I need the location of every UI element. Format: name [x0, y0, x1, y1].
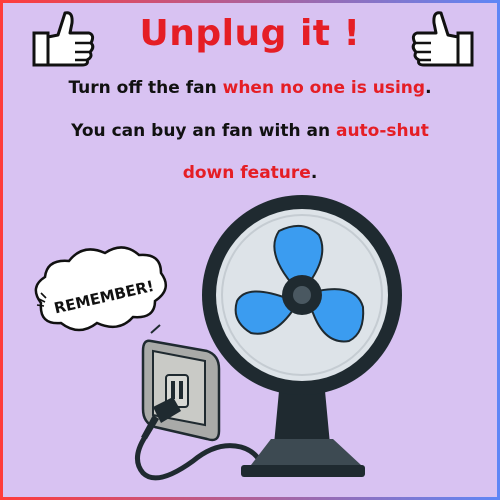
- illustration: REMEMBER!: [34, 195, 402, 481]
- remember-badge: REMEMBER!: [34, 246, 168, 332]
- fan-icon: [202, 195, 402, 477]
- poster: Unplug it ! Turn off the fan when no one…: [0, 0, 500, 500]
